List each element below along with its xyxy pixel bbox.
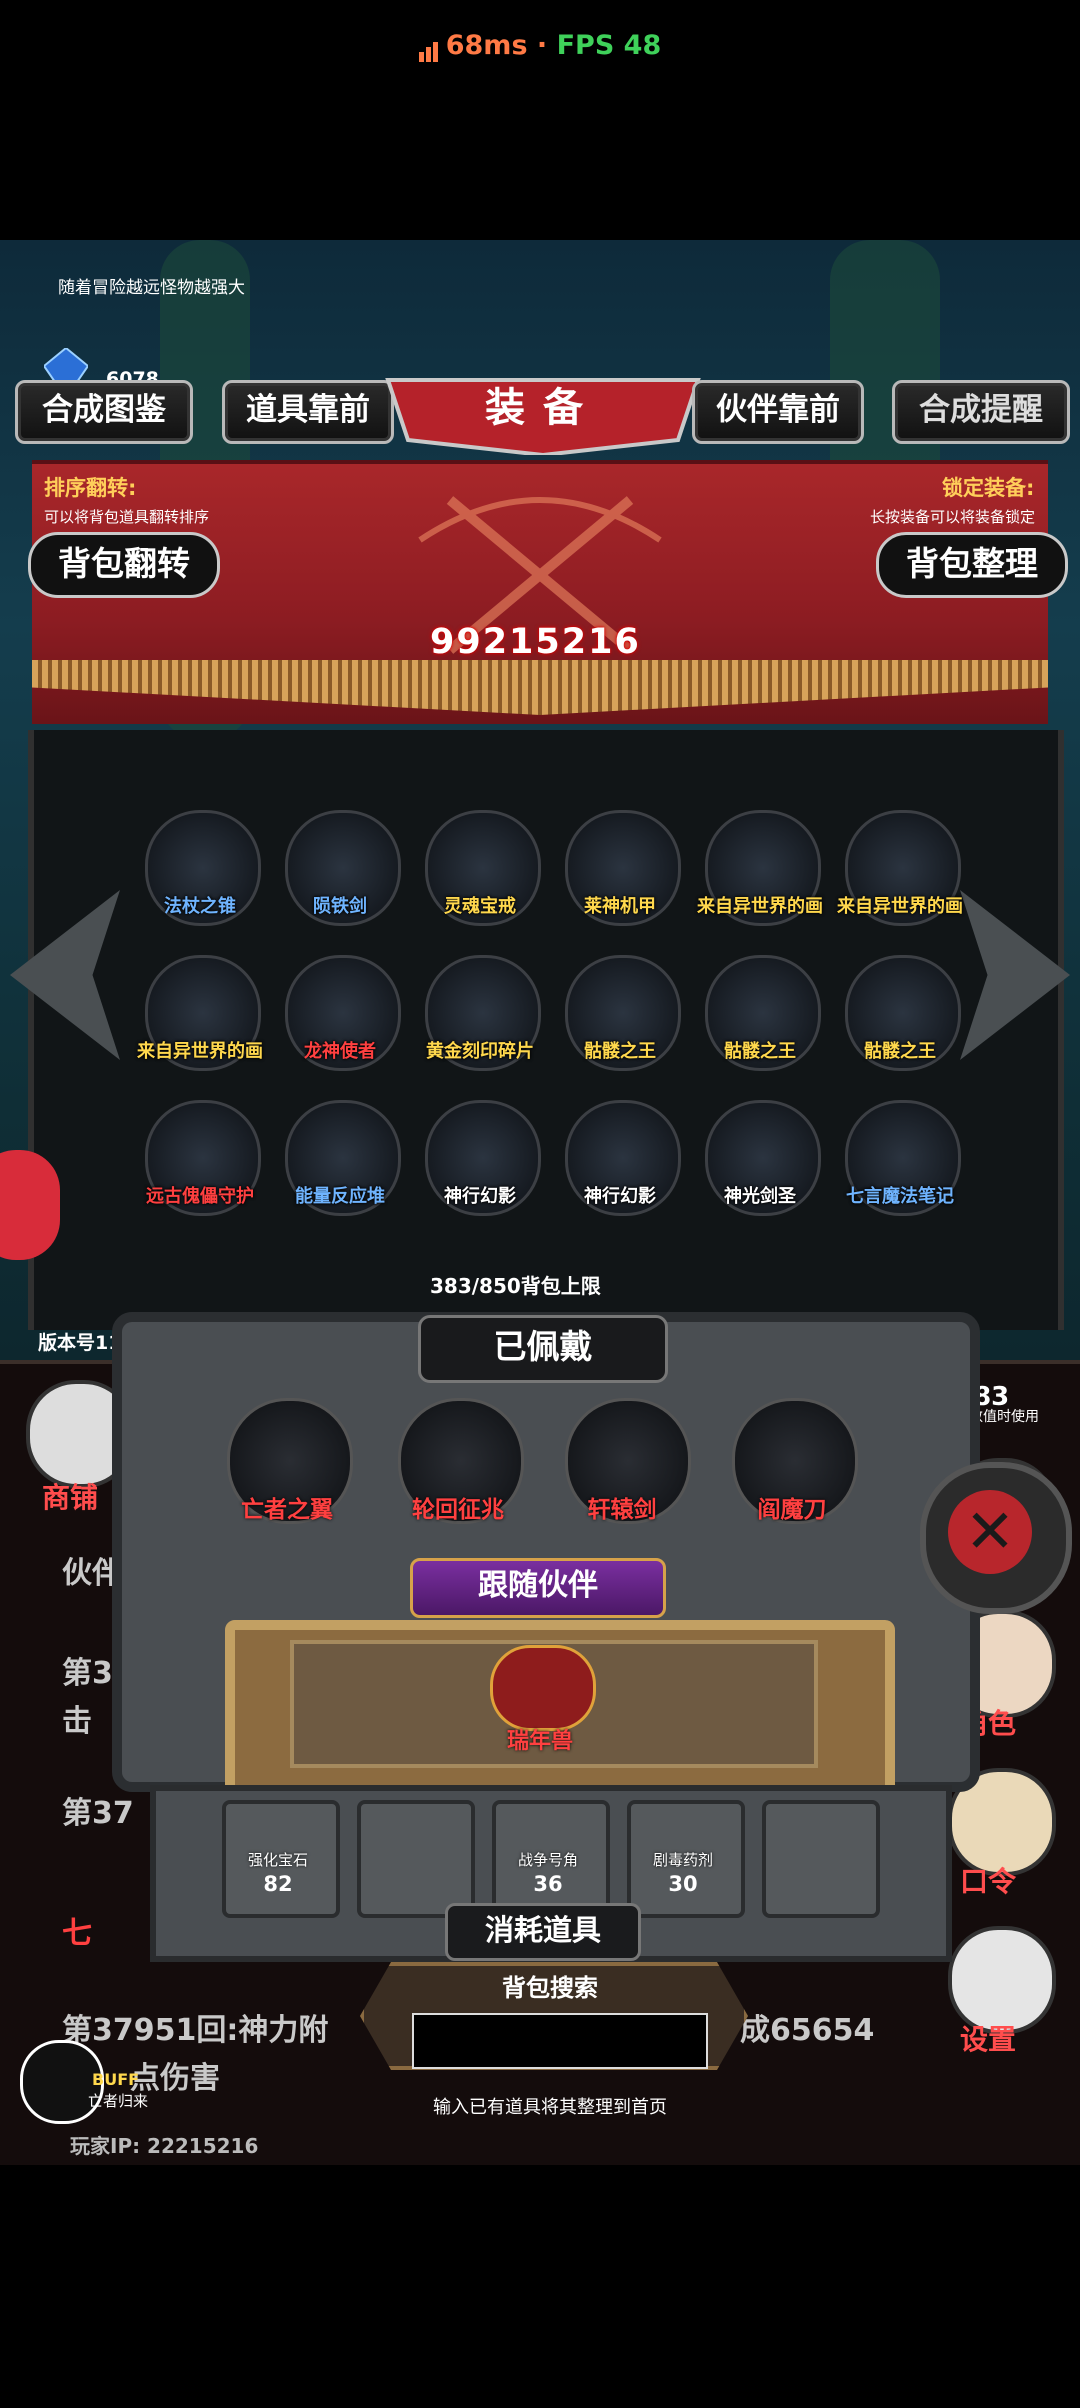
inventory-item[interactable]: 骷髅之王 <box>555 955 685 1075</box>
dragon-icon <box>490 1645 596 1731</box>
consumable-label: 强化宝石 <box>247 1851 308 1869</box>
item-label: 来自异世界的画 <box>837 896 963 917</box>
tab-partner-front[interactable]: 伙伴靠前 <box>692 380 864 444</box>
inventory-item[interactable]: 陨铁剑 <box>275 810 405 930</box>
settings-label: 设置 <box>960 2023 1017 2056</box>
tidy-bag-button[interactable]: 背包整理 <box>876 532 1068 598</box>
consumable-slot[interactable] <box>357 1800 475 1918</box>
companion-name: 瑞年兽 <box>506 1729 573 1754</box>
page-title: 装备 <box>485 385 601 431</box>
consumable-count: 36 <box>533 1872 563 1896</box>
search-hint: 输入已有道具将其整理到首页 <box>433 2097 667 2118</box>
inventory-item[interactable]: 来自异世界的画 <box>695 810 825 930</box>
consumable-count: 30 <box>668 1872 698 1896</box>
sort-flip-desc: 可以将背包道具翻转排序 <box>44 508 210 526</box>
inventory-item[interactable]: 来自异世界的画 <box>135 955 265 1075</box>
equipped-item-label: 亡者之翼 <box>241 1497 333 1523</box>
version-label: 版本号11 <box>38 1332 122 1354</box>
inventory-item[interactable]: 神行幻影 <box>415 1100 545 1220</box>
buff-sub: 亡者归来 <box>88 2092 149 2110</box>
status-bar: 68ms · FPS 48 <box>0 0 1080 240</box>
bag-capacity: 383/850背包上限 <box>430 1274 601 1298</box>
inventory-item[interactable]: 骷髅之王 <box>695 955 825 1075</box>
tab-collection[interactable]: 合成图鉴 <box>15 380 193 444</box>
fps-value: FPS 48 <box>556 30 662 61</box>
inventory-item[interactable]: 黄金刻印碎片 <box>415 955 545 1075</box>
shop-label: 商铺 <box>42 1481 99 1514</box>
inventory-item[interactable]: 神光剑圣 <box>695 1100 825 1220</box>
code-label: 口令 <box>960 1865 1017 1898</box>
log-line: 七 <box>62 1916 92 1951</box>
bottom-bar <box>0 2165 1080 2408</box>
lock-equip-title: 锁定装备: <box>942 476 1035 500</box>
consumable-slot[interactable] <box>762 1800 880 1918</box>
log-line: 击 <box>62 1704 92 1739</box>
log-line: 第37 <box>62 1796 134 1831</box>
inventory-item[interactable]: 七言魔法笔记 <box>835 1100 965 1220</box>
log-line: 成65654 <box>740 2013 875 2048</box>
flip-bag-button[interactable]: 背包翻转 <box>28 532 220 598</box>
tab-synth-remind[interactable]: 合成提醒 <box>892 380 1070 444</box>
buff-label: BUFF <box>92 2070 140 2089</box>
tab-items-front[interactable]: 道具靠前 <box>222 380 394 444</box>
companion-title: 跟随伙伴 <box>410 1558 666 1618</box>
top-hint: 随着冒险越远怪物越强大 <box>58 278 245 298</box>
ping-value: 68ms <box>445 30 528 61</box>
bag-search-input[interactable] <box>412 2013 708 2069</box>
consumables-title: 消耗道具 <box>445 1903 641 1961</box>
item-label: 七言魔法笔记 <box>846 1186 954 1207</box>
inventory-item[interactable]: 来自异世界的画 <box>835 810 965 930</box>
lock-equip-desc: 长按装备可以将装备锁定 <box>870 508 1036 526</box>
separator: · <box>536 30 548 61</box>
inventory-item[interactable]: 灵魂宝戒 <box>415 810 545 930</box>
game-screen: 随着冒险越远怪物越强大 6078 合成图鉴 道具靠前 装备 伙伴靠前 合成提醒 … <box>0 240 1080 2165</box>
inventory-item[interactable]: 法杖之锥 <box>135 810 265 930</box>
equipped-item-label: 阎魔刀 <box>757 1497 827 1523</box>
signal-icon <box>418 31 440 62</box>
inventory-item[interactable]: 莱神机甲 <box>555 810 685 930</box>
inventory-item[interactable]: 骷髅之王 <box>835 955 965 1075</box>
equipped-title: 已佩戴 <box>418 1315 668 1383</box>
power-score: 99215216 <box>430 622 641 662</box>
inventory-item[interactable]: 神行幻影 <box>555 1100 685 1220</box>
player-ip: 玩家IP: 22215216 <box>70 2134 259 2158</box>
close-icon: ✕ <box>964 1497 1016 1567</box>
search-title: 背包搜索 <box>502 1974 598 2002</box>
user-avatar-icon[interactable] <box>0 1150 60 1260</box>
consumable-count: 82 <box>263 1872 293 1896</box>
sort-flip-title: 排序翻转: <box>44 476 137 500</box>
consumable-label: 战争号角 <box>517 1851 578 1869</box>
network-stats: 68ms · FPS 48 <box>0 30 1080 62</box>
inventory-item[interactable]: 能量反应堆 <box>275 1100 405 1220</box>
log-line: 第37951回:神力附 <box>62 2013 329 2048</box>
consumable-label: 剧毒药剂 <box>652 1851 713 1869</box>
inventory-item[interactable]: 远古傀儡守护 <box>135 1100 265 1220</box>
inventory-item[interactable]: 龙神使者 <box>275 955 405 1075</box>
item-label: 骷髅之王 <box>864 1041 936 1062</box>
